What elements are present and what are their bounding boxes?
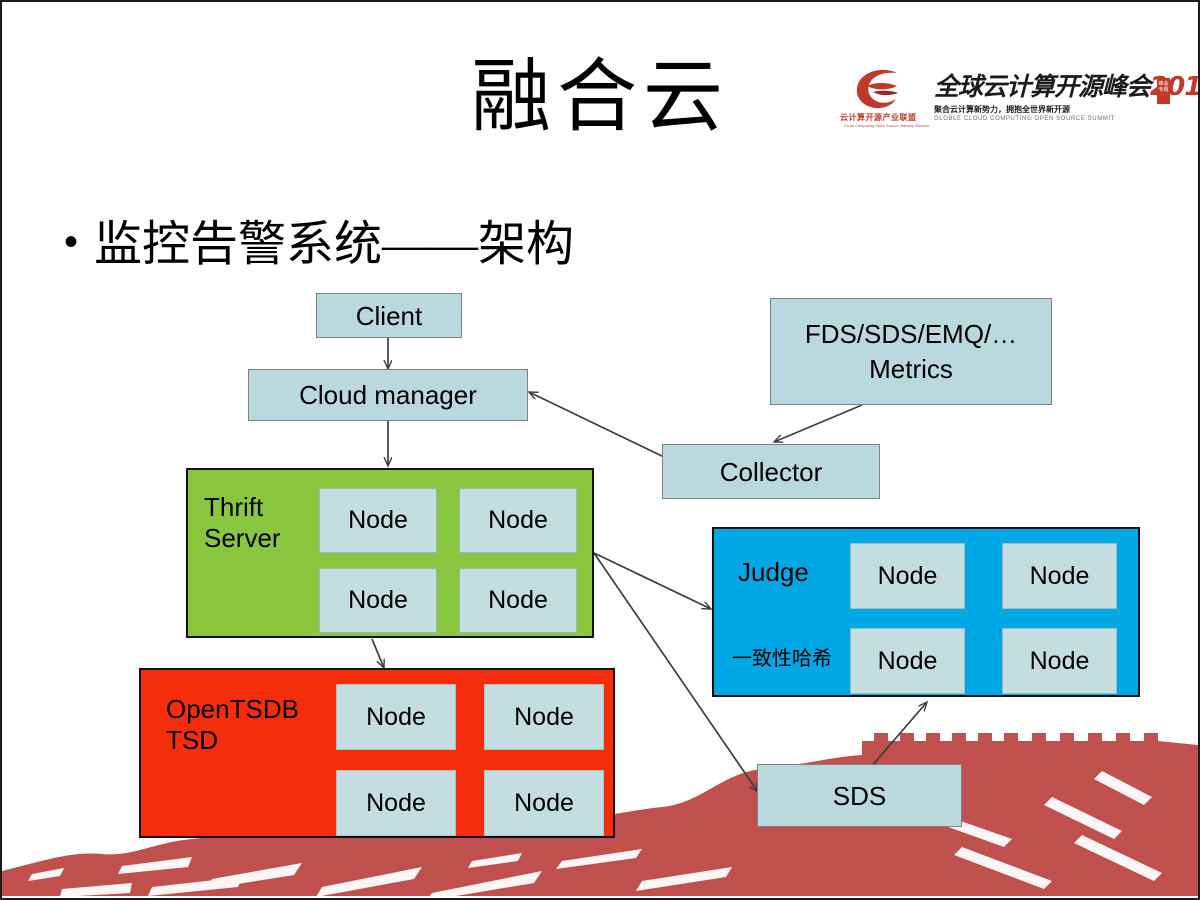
node-thrift-2-label: Node [488, 506, 548, 534]
box-sds[interactable]: SDS [757, 764, 962, 827]
box-metrics[interactable]: FDS/SDS/EMQ/… Metrics [770, 298, 1052, 405]
logo-c-glyph-icon [840, 67, 916, 111]
summit-subtitle-cn: 聚合云计算新势力，拥抱全世界新开源 [934, 105, 1070, 114]
node-opentsdb-1[interactable]: Node [336, 684, 456, 750]
cluster-thrift-label-line1: Thrift [204, 492, 264, 522]
node-judge-4[interactable]: Node [1002, 628, 1117, 694]
node-judge-3[interactable]: Node [850, 628, 965, 694]
cluster-thrift-server[interactable]: Thrift Server Node Node Node Node [186, 468, 594, 638]
node-opentsdb-4[interactable]: Node [484, 770, 604, 836]
node-thrift-1-label: Node [348, 506, 408, 534]
box-client-label: Client [355, 300, 423, 331]
cluster-thrift-label-line2: Server [204, 523, 281, 553]
cluster-thrift-server-label: Thrift Server [204, 492, 314, 554]
alliance-logo-mark: 云计算开源产业联盟 Cloud Computing Open Source In… [840, 67, 930, 128]
node-judge-4-label: Node [1029, 646, 1090, 675]
slide-canvas: 融合云 云计算开源产业联盟 Cloud Computing Open Sourc… [0, 0, 1200, 900]
bullet-row: • 监控告警系统——架构 [64, 214, 574, 276]
box-sds-label: SDS [832, 780, 887, 811]
box-metrics-label-line1: FDS/SDS/EMQ/… [804, 318, 1018, 349]
box-collector-label: Collector [719, 456, 823, 487]
cluster-opentsdb-label-line1: OpenTSDB [166, 694, 299, 724]
node-opentsdb-2[interactable]: Node [484, 684, 604, 750]
summit-headline-cn: 全球云计算开源峰会 [934, 72, 1151, 101]
node-opentsdb-2-label: Node [514, 702, 574, 731]
alliance-name-en: Cloud Computing Open Source Industry All… [843, 122, 930, 128]
bullet-text: 监控告警系统——架构 [94, 218, 575, 271]
summit-stamp-badge: 峰会专题 [1157, 78, 1170, 104]
node-thrift-4-label: Node [488, 586, 548, 614]
logo-crescent-icon [856, 69, 898, 108]
box-metrics-label-line2: Metrics [869, 353, 953, 384]
box-client[interactable]: Client [316, 293, 462, 338]
cluster-judge-label: Judge [738, 557, 858, 588]
node-thrift-2[interactable]: Node [459, 488, 577, 553]
cluster-opentsdb-label-line2: TSD [166, 725, 218, 755]
node-opentsdb-3-label: Node [366, 788, 426, 817]
node-judge-1-label: Node [877, 561, 938, 590]
box-collector[interactable]: Collector [662, 444, 880, 499]
node-thrift-4[interactable]: Node [459, 568, 577, 633]
node-thrift-3[interactable]: Node [319, 568, 437, 633]
cluster-judge-hash-label: 一致性哈希 [732, 643, 860, 674]
node-judge-1[interactable]: Node [850, 543, 965, 609]
node-judge-2-label: Node [1029, 561, 1090, 590]
cluster-judge-label-line2: 一致性哈希 [732, 646, 832, 670]
summit-subtitle-en: GLOBLE CLOUD COMPUTING OPEN SOURCE SUMMI… [934, 116, 1115, 122]
node-opentsdb-3[interactable]: Node [336, 770, 456, 836]
bullet-marker-icon: • [64, 220, 79, 264]
cluster-judge-label-line1: Judge [738, 557, 809, 587]
node-thrift-3-label: Node [348, 586, 408, 614]
alliance-name-cn: 云计算开源产业联盟 [840, 112, 917, 122]
box-cloud-manager-label: Cloud manager [299, 380, 477, 410]
node-judge-2[interactable]: Node [1002, 543, 1117, 609]
cluster-opentsdb-label: OpenTSDB TSD [166, 694, 326, 756]
node-opentsdb-4-label: Node [514, 788, 574, 817]
summit-logo: 云计算开源产业联盟 Cloud Computing Open Source In… [840, 60, 1198, 134]
cluster-judge[interactable]: Judge 一致性哈希 Node Node Node Node [712, 527, 1140, 697]
node-thrift-1[interactable]: Node [319, 488, 437, 553]
node-judge-3-label: Node [877, 646, 938, 675]
box-cloud-manager[interactable]: Cloud manager [248, 369, 528, 421]
cluster-opentsdb-tsd[interactable]: OpenTSDB TSD Node Node Node Node [139, 668, 615, 838]
node-opentsdb-1-label: Node [366, 702, 426, 731]
